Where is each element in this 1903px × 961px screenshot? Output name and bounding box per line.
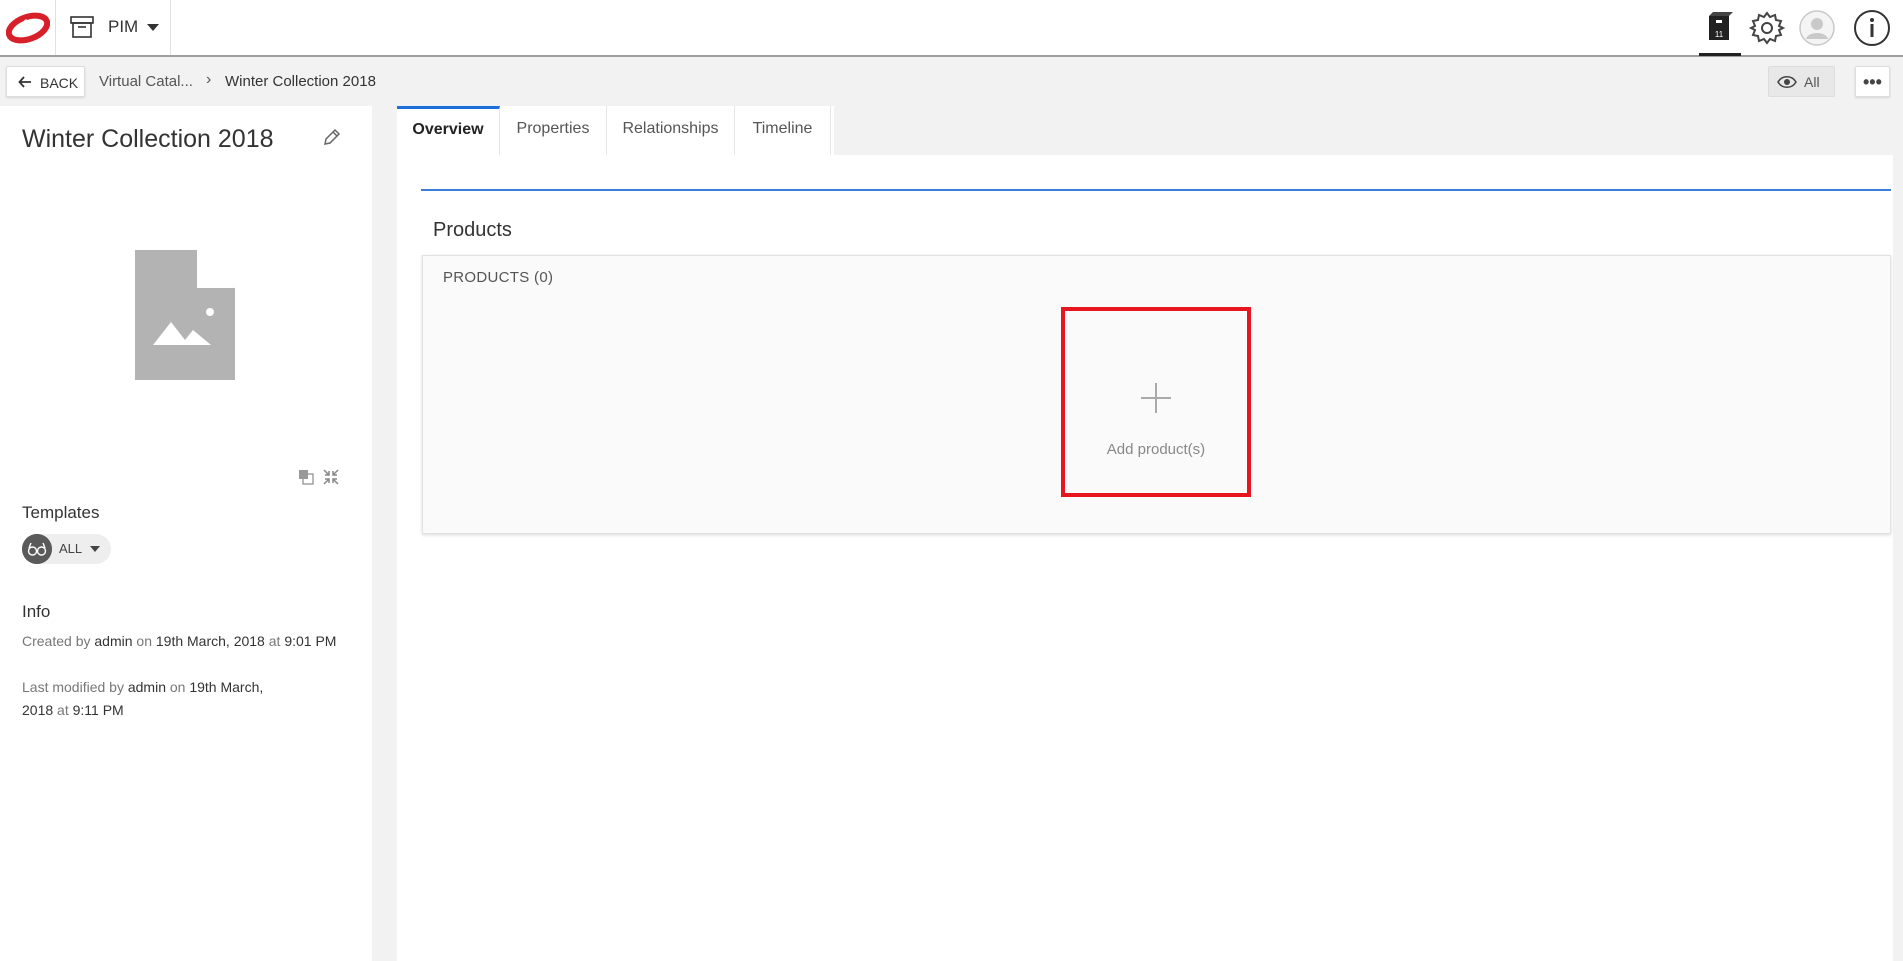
- created-at: at: [268, 633, 281, 649]
- breadcrumb-separator: ›: [206, 71, 212, 88]
- catalog-icon: 11: [1709, 12, 1733, 40]
- modified-on: on: [169, 679, 186, 695]
- replace-image-icon: [299, 470, 314, 485]
- user-icon: [1799, 10, 1835, 46]
- eye-icon: [1777, 76, 1797, 88]
- tab-label: Overview: [412, 121, 484, 138]
- more-icon: •••: [1863, 72, 1882, 92]
- created-on: on: [136, 633, 152, 649]
- created-user: admin: [94, 633, 133, 649]
- template-selector[interactable]: ALL: [22, 534, 111, 564]
- breadcrumb-link[interactable]: Virtual Catal...: [99, 73, 193, 90]
- app-label: PIM: [108, 17, 139, 36]
- scroll-gutter: [1893, 155, 1903, 961]
- chevron-down-icon: [90, 546, 100, 552]
- tab-label: Relationships: [622, 120, 719, 137]
- catalog-button[interactable]: 11: [1699, 8, 1739, 48]
- tab-bar-background: [834, 106, 1903, 155]
- panel-gutter: [372, 106, 397, 961]
- back-button[interactable]: BACK: [6, 66, 85, 97]
- created-date: 19th March, 2018: [155, 633, 265, 649]
- tab-label: Timeline: [752, 120, 813, 137]
- image-placeholder-icon: [135, 250, 235, 380]
- top-bar: PIM 11: [0, 0, 1903, 57]
- info-heading: Info: [22, 602, 51, 621]
- templates-heading: Templates: [22, 503, 100, 522]
- pencil-icon[interactable]: [322, 127, 342, 147]
- back-label: BACK: [40, 75, 79, 91]
- modified-at: at: [57, 702, 69, 718]
- add-products-label: Add product(s): [1106, 441, 1206, 458]
- info-button[interactable]: [1852, 8, 1892, 48]
- modified-info: Last modified by admin on 19th March, 20…: [22, 676, 292, 722]
- collapse-icon[interactable]: [322, 468, 340, 486]
- tab-relationships[interactable]: Relationships: [607, 106, 735, 155]
- divider: [170, 0, 171, 55]
- archive-icon: [70, 16, 94, 38]
- modified-prefix: Last modified by: [22, 679, 124, 695]
- tab-properties[interactable]: Properties: [500, 106, 607, 155]
- settings-icon: [1748, 11, 1786, 45]
- plus-icon: [1141, 383, 1171, 413]
- catalog-badge: 11: [1715, 30, 1724, 39]
- created-prefix: Created by: [22, 633, 91, 649]
- app-switcher[interactable]: PIM: [56, 0, 170, 55]
- page-title: Winter Collection 2018: [22, 125, 274, 153]
- modified-time: 9:11 PM: [72, 702, 124, 718]
- arrow-left-icon: [18, 76, 31, 88]
- more-options-button[interactable]: •••: [1855, 66, 1890, 97]
- add-products-button[interactable]: Add product(s): [1061, 307, 1251, 497]
- info-icon: [1854, 10, 1890, 46]
- user-menu-button[interactable]: [1797, 8, 1837, 48]
- view-filter-button[interactable]: All: [1768, 66, 1835, 97]
- view-filter-label: All: [1804, 74, 1820, 90]
- products-count: PRODUCTS (0): [443, 269, 554, 286]
- tab-label: Properties: [516, 120, 590, 137]
- breadcrumb-current: Winter Collection 2018: [225, 73, 376, 90]
- products-card: PRODUCTS (0) Add product(s): [422, 255, 1891, 534]
- tab-overview[interactable]: Overview: [397, 106, 500, 155]
- logo-icon[interactable]: [6, 9, 50, 47]
- created-info: Created by admin on 19th March, 2018 at …: [22, 630, 342, 653]
- glasses-icon: [22, 534, 52, 564]
- chevron-down-icon: [147, 24, 159, 31]
- details-panel: Winter Collection 2018 Templates ALL Inf…: [0, 106, 372, 961]
- breadcrumb-bar: BACK Virtual Catal... › Winter Collectio…: [0, 57, 1903, 106]
- template-value: ALL: [59, 541, 83, 556]
- tab-timeline[interactable]: Timeline: [735, 106, 831, 155]
- modified-user: admin: [127, 679, 166, 695]
- active-indicator: [1699, 53, 1741, 56]
- settings-button[interactable]: [1747, 8, 1787, 48]
- section-divider: [421, 189, 1891, 191]
- created-time: 9:01 PM: [284, 633, 337, 649]
- products-heading: Products: [433, 219, 512, 241]
